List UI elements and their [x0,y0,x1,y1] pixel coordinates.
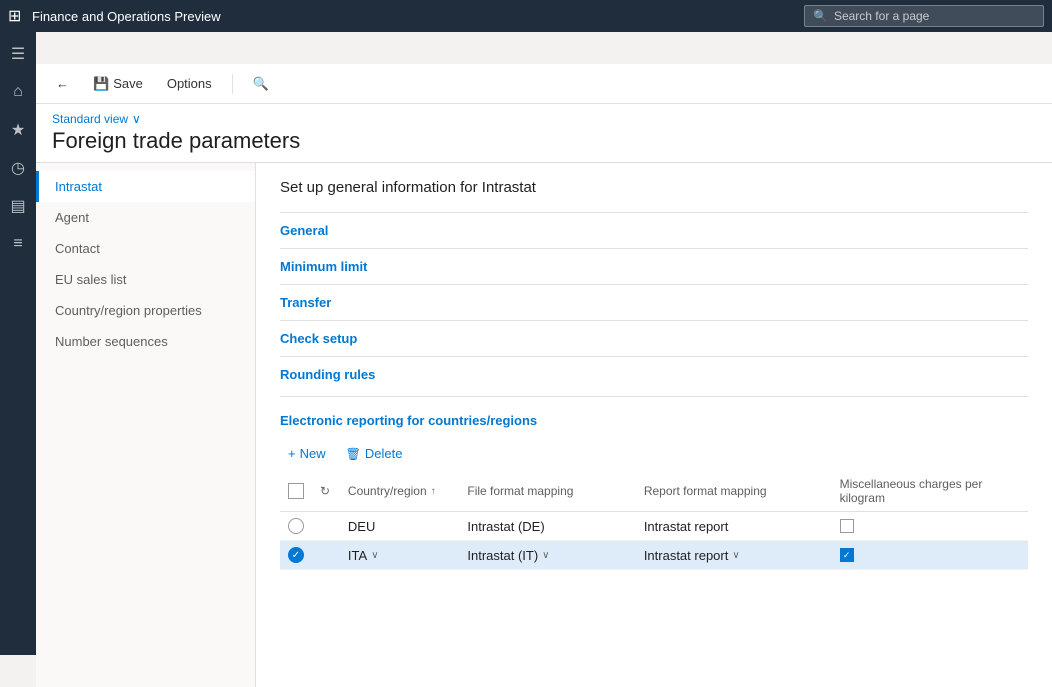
sidebar-btn-favorites[interactable]: ★ [0,112,36,148]
refresh-icon: ↻ [320,484,330,498]
new-label: New [300,446,326,461]
toolbar: ← 💾 Save Options 🔍 [36,64,1052,104]
sidebar-item-eu-sales-list[interactable]: EU sales list [36,264,255,295]
th-report-format: Report format mapping [636,471,832,512]
chevron-down-icon: ∨ [132,112,141,126]
plus-icon: + [288,446,296,461]
app-grid-icon[interactable]: ⊞ [8,6,32,26]
back-icon: ← [56,76,69,91]
th-file-format: File format mapping [459,471,635,512]
sidebar-item-intrastat[interactable]: Intrastat [36,171,255,202]
row-file-format-deu[interactable]: Intrastat (DE) [459,512,635,541]
section-minimum-limit: Minimum limit [280,248,1028,284]
section-rounding-rules: Rounding rules [280,356,1028,392]
section-general: General [280,212,1028,248]
row-country-ita[interactable]: ITA ∨ [340,541,459,570]
page-header: Standard view ∨ Foreign trade parameters [36,104,1052,163]
standard-view-link[interactable]: Standard view ∨ [52,112,1036,126]
electronic-reporting-section: Electronic reporting for countries/regio… [280,396,1028,570]
section-intro: Set up general information for Intrastat [280,179,1028,196]
sidebar-btn-modules[interactable]: ≡ [0,226,36,262]
delete-label: Delete [365,446,403,461]
section-header-check-setup[interactable]: Check setup [280,321,1028,356]
grid-toolbar: + New 🗑 Delete [280,436,1028,471]
page-search-bar[interactable]: 🔍 Search for a page [804,5,1044,27]
trash-icon: 🗑 [346,447,361,461]
sidebar-item-number-sequences[interactable]: Number sequences [36,326,255,357]
section-header-minimum-limit[interactable]: Minimum limit [280,249,1028,284]
sidebar-item-country-region-props[interactable]: Country/region properties [36,295,255,326]
back-button[interactable]: ← [48,72,77,95]
content-area: Intrastat Agent Contact EU sales list Co… [36,163,1052,687]
right-content: Set up general information for Intrastat… [256,163,1052,687]
row-country-deu[interactable]: DEU [340,512,459,541]
icon-sidebar: ☰ ⌂ ★ ◷ ▤ ≡ [0,32,36,655]
row-radio-deu[interactable] [280,512,312,541]
sidebar-btn-home[interactable]: ⌂ [0,74,36,110]
th-refresh: ↻ [312,471,340,512]
standard-view-label: Standard view [52,112,128,126]
row-file-format-ita[interactable]: Intrastat (IT) ∨ [459,541,635,570]
th-radio [280,471,312,512]
app-title: Finance and Operations Preview [32,9,804,24]
sidebar-item-contact[interactable]: Contact [36,233,255,264]
new-button[interactable]: + New [280,442,334,465]
section-header-transfer[interactable]: Transfer [280,285,1028,320]
row-misc-deu[interactable] [832,512,1028,541]
left-nav: Intrastat Agent Contact EU sales list Co… [36,163,256,687]
row-refresh-ita [312,541,340,570]
options-label: Options [167,76,212,91]
electronic-reporting-title: Electronic reporting for countries/regio… [280,405,1028,436]
save-label: Save [113,76,143,91]
th-misc-charges: Miscellaneous charges per kilogram [832,471,1028,512]
file-format-dropdown-arrow[interactable]: ∨ [542,550,549,561]
delete-button[interactable]: 🗑 Delete [338,442,411,465]
row-report-format-deu[interactable]: Intrastat report [636,512,832,541]
search-placeholder: Search for a page [834,9,929,23]
selected-indicator: ✓ [288,547,304,563]
table-row[interactable]: DEU Intrastat (DE) Intrastat report [280,512,1028,541]
section-check-setup: Check setup [280,320,1028,356]
section-header-general[interactable]: General [280,213,1028,248]
save-button[interactable]: 💾 Save [85,72,151,96]
toolbar-search-icon: 🔍 [253,76,269,92]
sidebar-btn-recent[interactable]: ◷ [0,150,36,186]
row-radio-ita[interactable]: ✓ [280,541,312,570]
checkbox-ita[interactable]: ✓ [840,548,854,562]
sort-up-icon: ↑ [431,486,436,497]
radio-input[interactable] [288,518,304,534]
options-button[interactable]: Options [159,72,220,95]
row-refresh-deu [312,512,340,541]
report-format-dropdown-arrow[interactable]: ∨ [732,550,739,561]
row-misc-ita[interactable]: ✓ [832,541,1028,570]
table-row[interactable]: ✓ ITA ∨ Intrastat (I [280,541,1028,570]
save-icon: 💾 [93,76,109,92]
top-bar: ⊞ Finance and Operations Preview 🔍 Searc… [0,0,1052,32]
th-country[interactable]: Country/region ↑ [340,471,459,512]
toolbar-separator [232,74,233,94]
sidebar-item-agent[interactable]: Agent [36,202,255,233]
section-transfer: Transfer [280,284,1028,320]
checkbox-deu[interactable] [840,519,854,533]
main-wrapper: ← 💾 Save Options 🔍 Standard view ∨ Forei… [36,64,1052,687]
search-icon: 🔍 [813,9,828,23]
country-dropdown-arrow[interactable]: ∨ [371,550,378,561]
row-report-format-ita[interactable]: Intrastat report ∨ [636,541,832,570]
page-title: Foreign trade parameters [52,128,1036,162]
electronic-reporting-table: ↻ Country/region ↑ File format mapping [280,471,1028,570]
sidebar-btn-workspaces[interactable]: ▤ [0,188,36,224]
sidebar-btn-menu[interactable]: ☰ [0,36,36,72]
toolbar-search-button[interactable]: 🔍 [245,72,277,96]
section-header-rounding-rules[interactable]: Rounding rules [280,357,1028,392]
